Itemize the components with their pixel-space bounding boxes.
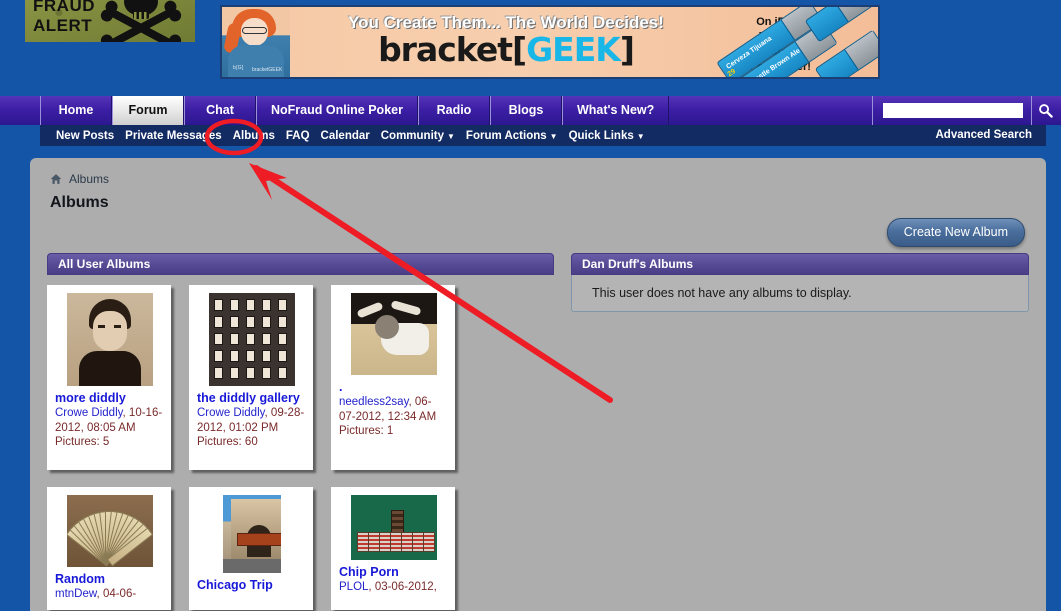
album-title[interactable]: Random [55,572,164,587]
building-thumb-icon [208,293,295,386]
album-card[interactable]: . needless2say, 06-07-2012, 12:34 AM Pic… [331,285,455,470]
subnav-link-community[interactable]: Community ▼ [381,130,455,142]
nav-tab-home[interactable]: Home [40,96,112,125]
subnav-link-private-messages[interactable]: Private Messages [125,130,222,142]
album-title[interactable]: more diddly [55,391,164,406]
bracketgeek-usb-graphic: 29 Cerveza Tijuana 48 Newcastle Brown Al… [698,7,878,77]
nav-tab-whats-new[interactable]: What's New? [561,96,670,125]
subnav-link-albums[interactable]: Albums [233,130,275,142]
breadcrumb: Albums [50,172,109,186]
mascot-shirt-badge2: bracketGEEK [252,67,283,73]
subnav-links: New Posts Private Messages Albums FAQ Ca… [56,125,656,146]
album-meta: Crowe Diddly, 09-28-2012, 01:02 PM [197,407,305,434]
album-meta: needless2say, 06-07-2012, 12:34 AM [339,396,437,423]
search-button[interactable] [1031,96,1059,125]
album-card[interactable]: the diddly gallery Crowe Diddly, 09-28-2… [189,285,313,470]
album-thumbnail-wrap [197,293,306,386]
album-meta: Crowe Diddly, 10-16-2012, 08:05 AM [55,407,163,434]
album-card[interactable]: Random mtnDew, 04-06- [47,487,171,610]
album-picture-count: Pictures: 60 [197,436,258,448]
album-date: 04-06- [102,588,137,600]
bull-thumb-icon [350,293,437,375]
subnav-link-calendar[interactable]: Calendar [321,130,370,142]
album-thumbnail-wrap [339,293,448,375]
mascot-shirt-badge: b[G] [233,65,244,71]
album-card[interactable]: Chicago Trip [189,487,313,610]
album-thumbnail-wrap [55,495,164,567]
nav-bottom-spacer [0,146,1061,155]
album-grid: more diddly Crowe Diddly, 10-16-2012, 08… [47,285,554,610]
bracketgeek-ad-banner[interactable]: b[G] bracketGEEK You Create Them... The … [220,5,880,79]
album-meta: mtnDew, 04-06- [55,588,137,600]
album-card[interactable]: more diddly Crowe Diddly, 10-16-2012, 08… [47,285,171,470]
logo-bracket-left: bracket[ [378,30,527,69]
logo-geek: GEEK [526,30,621,69]
album-owner[interactable]: Crowe Diddly [55,407,123,419]
album-owner[interactable]: Crowe Diddly [197,407,265,419]
album-owner[interactable]: needless2say [339,396,408,408]
all-user-albums-panel: All User Albums more diddly Crowe Diddly… [47,253,554,610]
skull-crossbones-icon [100,0,182,42]
subnav-label: Forum Actions [465,129,547,142]
album-thumbnail-wrap [55,293,164,386]
nav-tab-forum[interactable]: Forum [112,96,184,125]
bracketgeek-logo: bracket[GEEK] [326,33,686,67]
search-input[interactable] [883,103,1023,118]
subnav-link-quick-links[interactable]: Quick Links ▼ [569,130,645,142]
nav-tab-chat[interactable]: Chat [184,96,256,125]
subnav-link-faq[interactable]: FAQ [286,130,310,142]
album-title[interactable]: Chip Porn [339,565,448,580]
chevron-down-icon: ▼ [447,131,455,141]
theatre-thumb-icon [222,495,281,573]
album-thumbnail-wrap [197,495,306,573]
album-owner[interactable]: PLOL [339,581,368,593]
album-title[interactable]: . [339,380,448,395]
album-date: 03-06-2012, [374,581,437,593]
subnav-link-forum-actions[interactable]: Forum Actions ▼ [466,130,558,142]
user-albums-panel: Dan Druff's Albums This user does not ha… [571,253,1029,312]
all-user-albums-header: All User Albums [47,253,554,275]
create-new-album-button[interactable]: Create New Album [886,218,1025,247]
bracketgeek-mascot-image: b[G] bracketGEEK [222,7,290,77]
secondary-navigation-bar: New Posts Private Messages Albums FAQ Ca… [40,125,1046,146]
nav-tab-nofraud-online-poker[interactable]: NoFraud Online Poker [256,96,418,125]
chevron-down-icon: ▼ [636,131,645,141]
top-banner-strip: FRAUD ALERT b[G] bracketGEEK You Create … [0,0,1061,95]
nav-tabs: Home Forum Chat NoFraud Online Poker Rad… [40,96,670,125]
nav-tab-radio[interactable]: Radio [417,96,490,125]
poker-chips-thumb-icon [350,495,437,560]
portrait-thumb-icon [66,293,153,386]
advanced-search-link[interactable]: Advanced Search [935,125,1032,146]
subnav-label: Quick Links [568,129,634,142]
album-owner[interactable]: mtnDew [55,588,97,600]
money-thumb-icon [66,495,153,567]
page-title: Albums [50,194,109,211]
album-title[interactable]: the diddly gallery [197,391,306,406]
album-thumbnail-wrap [339,495,448,560]
fraud-alert-banner[interactable]: FRAUD ALERT [25,0,195,42]
nav-tab-blogs[interactable]: Blogs [489,96,562,125]
subnav-link-new-posts[interactable]: New Posts [56,130,114,142]
search-icon [1039,104,1053,118]
chevron-down-icon: ▼ [549,131,558,141]
search-area [872,96,1059,125]
album-picture-count: Pictures: 5 [55,436,110,448]
user-albums-empty-message: This user does not have any albums to di… [571,275,1029,312]
main-content-panel: Albums Albums Create New Album All User … [30,158,1046,611]
user-albums-header: Dan Druff's Albums [571,253,1029,275]
main-navigation-bar: Home Forum Chat NoFraud Online Poker Rad… [0,96,1061,125]
album-card[interactable]: Chip Porn PLOL, 03-06-2012, [331,487,455,610]
home-icon[interactable] [50,173,62,185]
subnav-label: Community [380,129,444,142]
album-picture-count: Pictures: 1 [339,425,394,437]
logo-bracket-right: ] [619,30,635,69]
album-meta: PLOL, 03-06-2012, [339,581,437,593]
breadcrumb-item-albums[interactable]: Albums [69,172,109,186]
album-title[interactable]: Chicago Trip [197,578,306,593]
